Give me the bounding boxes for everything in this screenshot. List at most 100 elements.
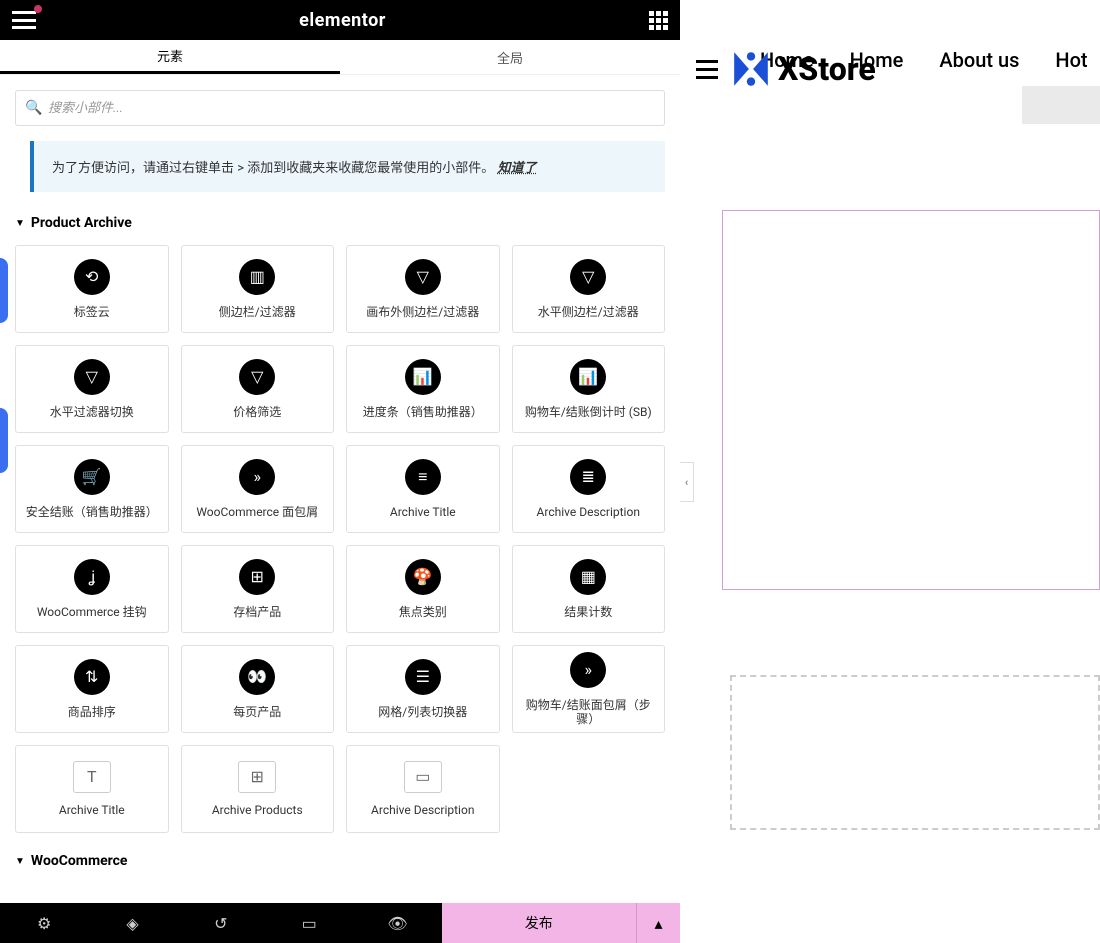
widget-gridlist[interactable]: ☰ 网格/列表切换器 — [346, 645, 500, 733]
archive-prod-icon: ⊞ — [239, 559, 275, 595]
widget-label: 画布外侧边栏/过滤器 — [360, 305, 485, 319]
search-input[interactable] — [15, 90, 665, 126]
widget-share[interactable]: ⟲ 标签云 — [15, 245, 169, 333]
responsive-button[interactable]: ▭ — [265, 903, 353, 943]
nav-about[interactable]: About us — [939, 48, 1019, 72]
widget-label: 结果计数 — [558, 605, 618, 619]
share-icon: ⟲ — [74, 259, 110, 295]
progress-icon: 📊 — [405, 359, 441, 395]
panel-tabs: 元素 全局 — [0, 40, 680, 75]
widget-label: 侧边栏/过滤器 — [213, 305, 302, 319]
sidebar-icon: ▥ — [239, 259, 275, 295]
publish-button[interactable]: 发布 — [442, 903, 636, 943]
widget-label: Archive Description — [531, 505, 646, 519]
widget-label: Archive Title — [384, 505, 462, 519]
tip-banner: 为了方便访问，请通过右键单击 > 添加到收藏夹来收藏您最常使用的小部件。 知道了 — [30, 141, 665, 192]
widget-price[interactable]: ▽ 价格筛选 — [181, 345, 335, 433]
menu-icon[interactable] — [12, 11, 36, 29]
preview-badge — [1022, 86, 1100, 124]
widget-light-products[interactable]: ⊞ Archive Products — [181, 745, 335, 833]
fab-2[interactable] — [0, 408, 8, 473]
widget-label: Archive Products — [206, 803, 309, 817]
widget-title[interactable]: ≡ Archive Title — [346, 445, 500, 533]
preview-menu-icon[interactable] — [696, 60, 718, 79]
desc-icon: ≣ — [570, 459, 606, 495]
widget-label: 购物车/结账倒计时 (SB) — [519, 405, 658, 419]
widget-secure[interactable]: 🛒 安全结账（销售助推器） — [15, 445, 169, 533]
widget-desc[interactable]: ≣ Archive Description — [512, 445, 666, 533]
search-wrap: 🔍 — [0, 75, 680, 141]
apps-icon[interactable] — [649, 11, 668, 30]
tab-elements[interactable]: 元素 — [0, 40, 340, 74]
widget-label: 水平侧边栏/过滤器 — [532, 305, 645, 319]
tip-dismiss[interactable]: 知道了 — [497, 161, 536, 176]
widget-label: WooCommerce 面包屑 — [190, 505, 324, 519]
widget-countdown[interactable]: 📊 购物车/结账倒计时 (SB) — [512, 345, 666, 433]
title-icon: ≡ — [405, 459, 441, 495]
widget-label: 网格/列表切换器 — [372, 705, 473, 719]
sort-icon: ⇅ — [74, 659, 110, 695]
widget-label: 水平过滤器切换 — [44, 405, 140, 419]
widget-label: 进度条（销售助推器） — [357, 405, 489, 419]
widgets-scroll[interactable]: ▼ Product Archive ⟲标签云▥侧边栏/过滤器▽画布外侧边栏/过滤… — [0, 207, 680, 903]
hook-icon: ʝ — [74, 559, 110, 595]
countdown-icon: 📊 — [570, 359, 606, 395]
caret-down-icon: ▼ — [15, 218, 25, 229]
side-fabs — [0, 258, 8, 473]
widget-result[interactable]: ▦结果计数 — [512, 545, 666, 633]
widget-sort[interactable]: ⇅ 商品排序 — [15, 645, 169, 733]
widget-label: 商品排序 — [62, 705, 122, 719]
nav-home-2[interactable]: Home — [850, 48, 904, 72]
light-title-icon: T — [73, 761, 111, 793]
widgets-grid: ⟲标签云▥侧边栏/过滤器▽画布外侧边栏/过滤器▽水平侧边栏/过滤器▽水平过滤器切… — [15, 245, 665, 833]
widget-label: Archive Title — [53, 803, 131, 817]
widget-filter-toggle[interactable]: ▽ 水平过滤器切换 — [15, 345, 169, 433]
nav-hot[interactable]: Hot — [1055, 48, 1087, 72]
light-products-icon: ⊞ — [238, 761, 276, 793]
brand: elementor — [299, 10, 386, 31]
navigator-button[interactable]: ◈ — [88, 903, 176, 943]
widget-label: Archive Description — [365, 803, 480, 817]
preview-section-2[interactable] — [730, 675, 1100, 830]
widget-sidebar[interactable]: ▥ 侧边栏/过滤器 — [181, 245, 335, 333]
elementor-panel: elementor 元素 全局 🔍 为了方便访问，请通过右键单击 > 添加到收藏… — [0, 0, 680, 943]
gridlist-icon: ☰ — [405, 659, 441, 695]
settings-button[interactable]: ⚙ — [0, 903, 88, 943]
widget-label: WooCommerce 挂钩 — [31, 605, 153, 619]
section-woocommerce[interactable]: ▼ WooCommerce — [15, 853, 665, 869]
filter-toggle-icon: ▽ — [74, 359, 110, 395]
widget-archive-prod[interactable]: ⊞存档产品 — [181, 545, 335, 633]
bottombar: ⚙ ◈ ↺ ▭ 👁 发布 ▴ — [0, 903, 680, 943]
widget-label: 标签云 — [68, 305, 116, 319]
widget-filter-canvas[interactable]: ▽画布外侧边栏/过滤器 — [346, 245, 500, 333]
perpage-icon: 👀 — [239, 659, 275, 695]
widget-progress[interactable]: 📊 进度条（销售助推器） — [346, 345, 500, 433]
caret-down-icon: ▼ — [15, 856, 25, 867]
widget-perpage[interactable]: 👀每页产品 — [181, 645, 335, 733]
preview-nav: Home Home About us Hot — [760, 48, 1088, 72]
tab-global[interactable]: 全局 — [340, 40, 680, 74]
section-product-archive[interactable]: ▼ Product Archive — [15, 215, 665, 231]
fab-1[interactable] — [0, 258, 8, 323]
preview-section-1[interactable] — [722, 210, 1100, 590]
widget-breadcrumb[interactable]: »WooCommerce 面包屑 — [181, 445, 335, 533]
price-icon: ▽ — [239, 359, 275, 395]
widget-hook[interactable]: ʝ WooCommerce 挂钩 — [15, 545, 169, 633]
secure-icon: 🛒 — [74, 459, 110, 495]
history-button[interactable]: ↺ — [177, 903, 265, 943]
widget-label: 价格筛选 — [227, 405, 287, 419]
widget-label: 安全结账（销售助推器） — [20, 505, 164, 519]
collapse-panel[interactable]: ‹ — [680, 462, 694, 502]
focus-cat-icon: 🍄 — [405, 559, 441, 595]
topbar: elementor — [0, 0, 680, 40]
publish-options[interactable]: ▴ — [636, 903, 680, 943]
widget-label: 焦点类别 — [393, 605, 453, 619]
widget-focus-cat[interactable]: 🍄 焦点类别 — [346, 545, 500, 633]
cart-bread-icon: » — [570, 652, 606, 688]
search-icon: 🔍 — [25, 100, 42, 116]
widget-cart-bread[interactable]: »购物车/结账面包屑（步骤） — [512, 645, 666, 733]
preview-button[interactable]: 👁 — [353, 903, 441, 943]
widget-light-title[interactable]: T Archive Title — [15, 745, 169, 833]
widget-filter-horiz[interactable]: ▽水平侧边栏/过滤器 — [512, 245, 666, 333]
widget-light-desc[interactable]: ▭Archive Description — [346, 745, 500, 833]
